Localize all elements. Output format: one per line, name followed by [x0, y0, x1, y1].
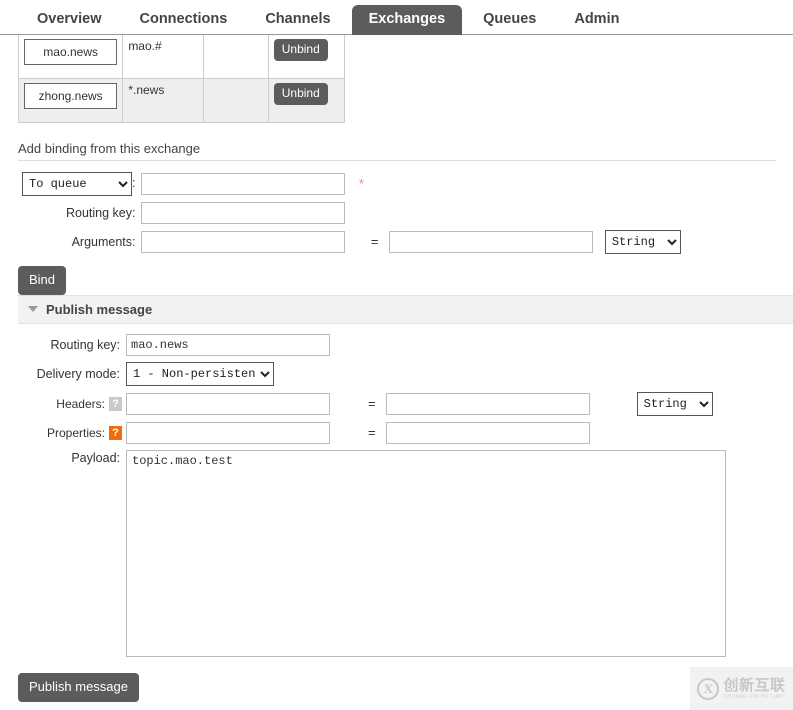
bindings-table-container: mao.news mao.# Unbind zhong.news *.news	[0, 34, 793, 123]
binding-destination-type-select[interactable]: To queue	[22, 172, 132, 196]
table-row: mao.news mao.# Unbind	[19, 35, 345, 79]
table-row: zhong.news *.news Unbind	[19, 79, 345, 123]
publish-payload-label: Payload:	[18, 447, 126, 663]
tab-queues[interactable]: Queues	[466, 5, 553, 36]
publish-message-title: Publish message	[46, 302, 152, 317]
binding-routing-key-cell	[141, 199, 363, 227]
chevron-down-icon	[28, 306, 38, 312]
queue-link[interactable]: mao.news	[24, 39, 117, 65]
tab-channels[interactable]: Channels	[248, 5, 347, 36]
headers-help-icon[interactable]: ?	[109, 397, 122, 411]
bindings-table: mao.news mao.# Unbind zhong.news *.news	[18, 34, 345, 123]
destination-colon: :	[132, 176, 135, 190]
publish-headers-value-cell: =	[361, 389, 625, 419]
tab-connections[interactable]: Connections	[123, 5, 245, 36]
binding-argument-key-input[interactable]	[141, 231, 345, 253]
tab-exchanges[interactable]: Exchanges	[352, 5, 463, 36]
main-navigation: Overview Connections Channels Exchanges …	[0, 0, 793, 35]
destination-input-cell: *	[141, 169, 363, 199]
publish-header-type-select[interactable]: String	[637, 392, 713, 416]
publish-properties-row: Properties:? =	[18, 419, 726, 447]
publish-routing-key-label: Routing key:	[18, 331, 126, 359]
equals-sign: =	[364, 234, 386, 249]
properties-help-icon[interactable]: ?	[109, 426, 122, 440]
publish-delivery-mode-row: Delivery mode: 1 - Non-persistent	[18, 359, 726, 389]
publish-message-form: Routing key: Delivery mode: 1 - Non-pers…	[18, 331, 726, 663]
binding-action-cell: Unbind	[268, 35, 344, 79]
add-binding-form: To queue : * Routing key: Arguments:	[18, 169, 681, 257]
publish-delivery-mode-select[interactable]: 1 - Non-persistent	[126, 362, 274, 386]
publish-delivery-mode-cell: 1 - Non-persistent	[126, 359, 361, 389]
publish-header-key-input[interactable]	[126, 393, 330, 415]
publish-routing-key-row: Routing key:	[18, 331, 726, 359]
publish-headers-key-cell	[126, 389, 361, 419]
binding-arguments-cell	[203, 79, 268, 123]
publish-properties-key-cell	[126, 419, 361, 447]
binding-routing-key-input[interactable]	[141, 202, 345, 224]
binding-destination-input[interactable]	[141, 173, 345, 195]
destination-select-cell: To queue :	[18, 169, 141, 199]
required-marker: *	[349, 176, 364, 191]
binding-destination-cell: mao.news	[19, 35, 123, 79]
unbind-button[interactable]: Unbind	[274, 39, 328, 61]
add-binding-routing-key-row: Routing key:	[18, 199, 681, 227]
binding-argument-value-input[interactable]	[389, 231, 593, 253]
add-binding-heading: Add binding from this exchange	[18, 141, 776, 161]
publish-property-key-input[interactable]	[126, 422, 330, 444]
publish-header-value-input[interactable]	[386, 393, 590, 415]
publish-payload-row: Payload: topic.mao.test	[18, 447, 726, 663]
publish-payload-textarea[interactable]: topic.mao.test	[126, 450, 726, 657]
routing-key-text: mao.#	[128, 39, 161, 53]
equals-sign: =	[361, 396, 383, 411]
publish-headers-label: Headers:	[56, 397, 105, 411]
bind-button-container: Bind	[18, 266, 793, 295]
tab-admin[interactable]: Admin	[557, 5, 636, 36]
publish-delivery-mode-label: Delivery mode:	[18, 359, 126, 389]
publish-headers-label-cell: Headers:?	[18, 389, 126, 419]
binding-argument-type-select[interactable]: String	[605, 230, 681, 254]
publish-properties-label-cell: Properties:?	[18, 419, 126, 447]
routing-key-text: *.news	[128, 83, 164, 97]
binding-action-cell: Unbind	[268, 79, 344, 123]
publish-payload-cell: topic.mao.test	[126, 447, 726, 663]
binding-arguments-type-cell: String	[593, 227, 681, 257]
publish-message-button[interactable]: Publish message	[18, 673, 139, 702]
binding-destination-cell: zhong.news	[19, 79, 123, 123]
binding-arguments-label: Arguments:	[18, 227, 141, 257]
binding-routing-key-cell: mao.#	[123, 35, 203, 79]
equals-sign: =	[361, 425, 383, 440]
add-binding-arguments-row: Arguments: = String	[18, 227, 681, 257]
publish-headers-row: Headers:? = String	[18, 389, 726, 419]
binding-arguments-value-cell: =	[364, 227, 593, 257]
publish-message-section-header[interactable]: Publish message	[18, 295, 793, 324]
publish-property-value-input[interactable]	[386, 422, 590, 444]
add-binding-destination-row: To queue : *	[18, 169, 681, 199]
publish-headers-type-cell: String	[625, 389, 726, 419]
publish-button-container: Publish message	[18, 673, 793, 702]
binding-arguments-key-cell	[141, 227, 363, 257]
tab-overview[interactable]: Overview	[20, 5, 119, 36]
publish-properties-label: Properties:	[47, 426, 105, 440]
queue-link[interactable]: zhong.news	[24, 83, 117, 109]
publish-routing-key-input[interactable]	[126, 334, 330, 356]
binding-routing-key-label: Routing key:	[18, 199, 141, 227]
unbind-button[interactable]: Unbind	[274, 83, 328, 105]
binding-arguments-cell	[203, 35, 268, 79]
bind-button[interactable]: Bind	[18, 266, 66, 295]
binding-routing-key-cell: *.news	[123, 79, 203, 123]
publish-properties-value-cell: =	[361, 419, 625, 447]
publish-routing-key-cell	[126, 331, 361, 359]
